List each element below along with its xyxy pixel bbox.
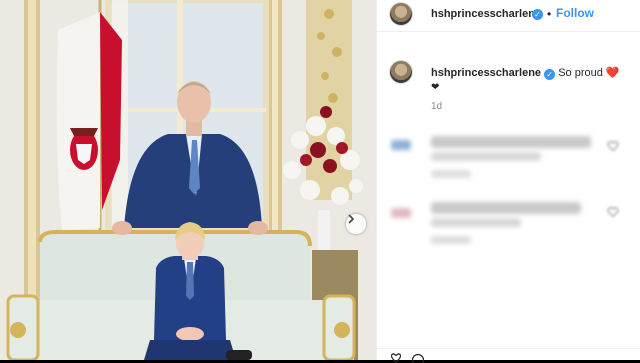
comment-meta-blur: [431, 236, 471, 244]
caption-text: So proud ❤️: [558, 67, 619, 79]
author-username[interactable]: hshprincesscharlene: [431, 8, 541, 20]
comment-text-blur: [431, 202, 581, 214]
comment-avatar[interactable]: [391, 208, 411, 218]
comment-icon[interactable]: [411, 353, 425, 363]
royal-portrait-illustration: [0, 0, 376, 360]
verified-badge-icon: ✓: [544, 69, 555, 80]
comment-item: [377, 130, 640, 200]
caption-username[interactable]: hshprincesscharlene: [431, 67, 541, 79]
verified-badge-icon: ✓: [532, 9, 543, 20]
comment-text-blur: [431, 152, 541, 161]
chevron-right-icon: [346, 214, 356, 224]
caption-text-line2: ❤: [431, 82, 439, 93]
carousel-next-button[interactable]: [346, 214, 366, 234]
post-age[interactable]: 1d: [431, 101, 442, 112]
comment-text-blur: [431, 218, 521, 227]
action-bar: [377, 348, 640, 360]
comment-meta-blur: [431, 170, 471, 178]
heart-icon[interactable]: [607, 140, 619, 152]
follow-button[interactable]: Follow: [556, 6, 594, 20]
caption-line: hshprincesscharlene ✓ So proud ❤️: [431, 66, 620, 80]
instagram-post-modal: hshprincesscharlene ✓ • Follow hshprince…: [0, 0, 640, 360]
author-avatar[interactable]: [389, 2, 413, 26]
caption-author-avatar[interactable]: [389, 60, 413, 84]
heart-icon[interactable]: [607, 206, 619, 218]
post-side-panel: hshprincesscharlene ✓ • Follow hshprince…: [376, 0, 640, 360]
post-photo[interactable]: [0, 0, 376, 360]
comment-text-blur: [431, 136, 591, 148]
header-separator: •: [547, 7, 551, 21]
like-heart-icon[interactable]: [389, 353, 403, 363]
comment-item: [377, 196, 640, 266]
comment-avatar[interactable]: [391, 140, 411, 150]
post-header: hshprincesscharlene ✓ • Follow: [377, 0, 640, 32]
